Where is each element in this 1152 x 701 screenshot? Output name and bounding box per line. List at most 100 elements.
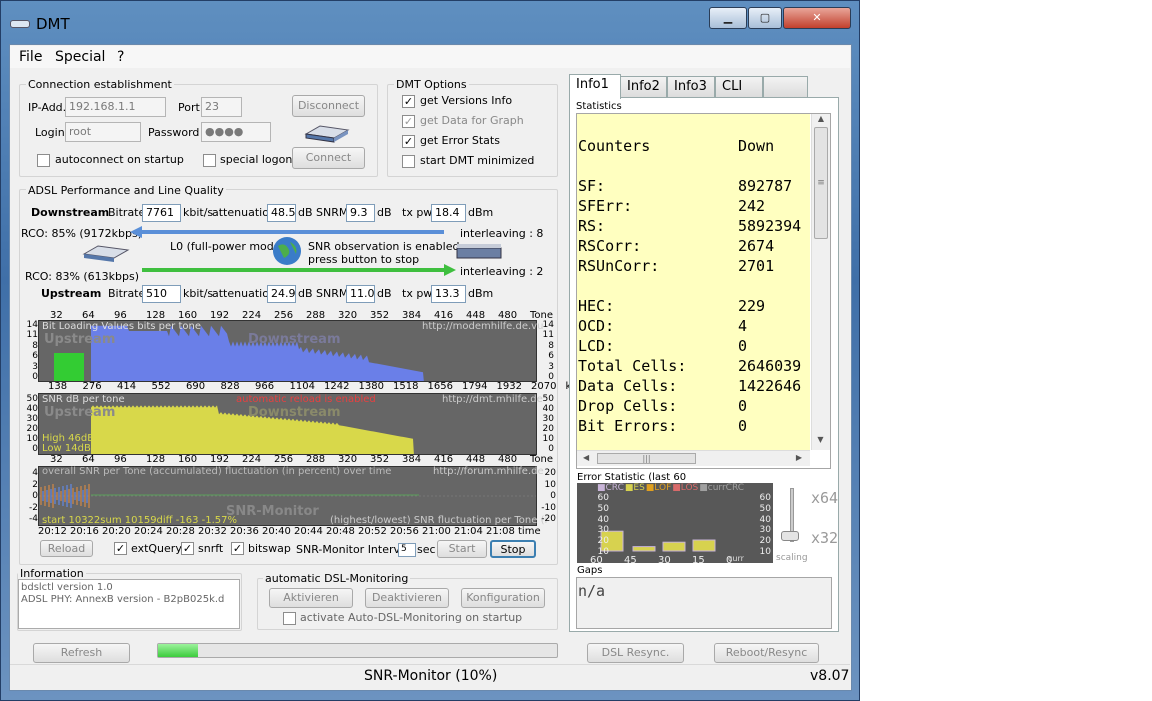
- statistics-textbox[interactable]: Counters Down SF: 892787 SFErr: 242 RS: 5892394…: [577, 114, 810, 450]
- start-button[interactable]: Start: [437, 540, 487, 558]
- time-tick-1: 20:16: [70, 526, 99, 537]
- interval-sec-unit: sec: [417, 543, 436, 556]
- connect-button[interactable]: Connect: [292, 147, 365, 169]
- stat-key: Data Cells:: [578, 377, 678, 395]
- us-snrm-value: 11.0: [346, 285, 375, 303]
- mon-y-r-4: -20: [541, 514, 556, 524]
- snr-y-r-3: 20: [542, 424, 554, 434]
- refresh-button[interactable]: Refresh: [33, 643, 130, 663]
- gaps-value: n/a: [578, 582, 606, 600]
- gaps-textbox[interactable]: [576, 577, 832, 629]
- bits-y-l-2: 8: [32, 340, 38, 351]
- bitswap-label: bitswap: [248, 542, 291, 555]
- snr-y-r-4: 10: [542, 434, 554, 444]
- statistics-hscroll-thumb[interactable]: |||: [597, 453, 696, 464]
- stat-row: RS: 5892394: [578, 216, 810, 236]
- snr-tone-12: 416: [434, 454, 454, 465]
- menu-help[interactable]: ?: [117, 49, 124, 65]
- stat-value: Down: [738, 137, 775, 155]
- stat-row: RSCorr: 2674: [578, 236, 810, 256]
- upstream-label: Upstream: [41, 287, 102, 300]
- autoconnect-checkbox[interactable]: [37, 154, 50, 167]
- tab-info3[interactable]: Info3: [667, 76, 715, 98]
- us-dbm-unit: dBm: [468, 287, 494, 300]
- scroll-down-icon[interactable]: ▼: [812, 435, 829, 444]
- tab-cli[interactable]: CLI: [715, 76, 763, 98]
- opt-versions-label: get Versions Info: [420, 94, 513, 107]
- us-kbit-unit: kbit/s: [183, 287, 214, 300]
- ip-field[interactable]: 192.168.1.1: [65, 97, 166, 117]
- port-field[interactable]: 23: [201, 97, 242, 117]
- downstream-label: Downstream: [31, 206, 110, 219]
- snr-tone-0: 32: [50, 454, 63, 465]
- scroll-up-icon[interactable]: ▲: [812, 114, 830, 123]
- snr-tone-axis: 32 64 96 128 160 192 224 256 288 320 352 384 416 448 4…: [38, 454, 553, 466]
- statistics-scroll-thumb[interactable]: ≡: [814, 127, 828, 239]
- error-legend-item: ■LOS: [672, 483, 699, 493]
- autodsl-startup-checkbox[interactable]: [283, 612, 296, 625]
- us-db-unit: dB: [298, 287, 313, 300]
- stat-key: SFErr:: [578, 197, 633, 215]
- password-field[interactable]: ●●●●: [201, 122, 271, 142]
- deactivate-button[interactable]: Deaktivieren: [365, 588, 449, 608]
- snrft-checkbox[interactable]: ✓: [181, 542, 194, 555]
- err-y-l-2: 40: [597, 514, 609, 525]
- error-legend-item: ■ES: [624, 483, 645, 493]
- scroll-right-icon[interactable]: ▶: [796, 453, 802, 462]
- progress-fill: [158, 644, 198, 657]
- tab-info1[interactable]: Info1: [569, 74, 621, 99]
- khz-tick-9: 1380: [358, 381, 384, 392]
- snr-downstream-watermark: Downstream: [248, 405, 341, 420]
- stat-value: 0: [738, 337, 748, 355]
- disconnect-button[interactable]: Disconnect: [292, 95, 365, 117]
- snr-y-r-2: 30: [542, 414, 554, 424]
- opt-minimized-checkbox[interactable]: [402, 155, 415, 168]
- bits-y-r-1: 11: [542, 330, 554, 341]
- modem-left-icon: [82, 245, 130, 262]
- close-button[interactable]: ✕: [783, 7, 851, 29]
- login-field[interactable]: root: [65, 122, 141, 142]
- minimize-button[interactable]: ▁: [709, 7, 747, 29]
- ds-snrm-value: 9.3: [346, 204, 375, 222]
- opt-errors-checkbox[interactable]: ✓: [402, 135, 415, 148]
- opt-errors-label: get Error Stats: [420, 134, 500, 147]
- stat-row: HEC: 229: [578, 296, 810, 316]
- scaling-slider-thumb[interactable]: [781, 531, 799, 541]
- extquery-checkbox[interactable]: ✓: [114, 542, 127, 555]
- interval-field[interactable]: 5: [398, 543, 416, 557]
- tab-empty[interactable]: [763, 76, 808, 98]
- err-y-r-0: 60: [759, 493, 771, 503]
- special-logon-checkbox[interactable]: [203, 154, 216, 167]
- information-listbox[interactable]: bdslctl version 1.0 ADSL PHY: AnnexB ver…: [18, 579, 240, 629]
- dslam-icon: [456, 244, 502, 259]
- snr-tone-14: 480: [498, 454, 518, 465]
- ds-dbm-unit: dBm: [468, 206, 494, 219]
- menu-special[interactable]: Special: [55, 49, 105, 65]
- stat-key: Total Cells:: [578, 357, 687, 375]
- interleave-ds: interleaving : 8: [460, 227, 544, 240]
- dsl-resync-button[interactable]: DSL Resync.: [587, 643, 684, 663]
- opt-versions-checkbox[interactable]: ✓: [402, 95, 415, 108]
- reboot-resync-button[interactable]: Reboot/Resync: [714, 643, 819, 663]
- bitswap-checkbox[interactable]: ✓: [231, 542, 244, 555]
- snr-tone-13: 448: [466, 454, 486, 465]
- mon-y-l-4: -4: [29, 514, 38, 524]
- err-x-3: 15: [692, 555, 705, 563]
- maximize-button[interactable]: ▢: [748, 7, 782, 29]
- us-bitrate-label: Bitrate: [108, 287, 146, 300]
- scroll-left-icon[interactable]: ◀: [583, 453, 589, 462]
- tab-info2[interactable]: Info2: [620, 76, 667, 98]
- configuration-button[interactable]: Konfiguration: [461, 588, 545, 608]
- stat-key: Counters: [578, 137, 651, 155]
- menu-file[interactable]: File: [19, 49, 42, 65]
- activate-button[interactable]: Aktivieren: [269, 588, 353, 608]
- snr-graph-url: http://dmt.mhilfe.de: [442, 394, 543, 405]
- opt-graph-checkbox[interactable]: ✓: [402, 115, 415, 128]
- statistics-vscrollbar[interactable]: ▲ ≡ ▼: [811, 114, 830, 450]
- reload-button[interactable]: Reload: [40, 540, 93, 557]
- stat-value: 0: [738, 397, 748, 415]
- monitor-footer-left: start 10322sum 10159diff -163 -1.57%: [42, 515, 238, 526]
- stop-button[interactable]: Stop: [490, 540, 536, 558]
- stat-value: 892787: [738, 177, 793, 195]
- statistics-hscrollbar[interactable]: ◀ ||| ▶: [577, 450, 810, 466]
